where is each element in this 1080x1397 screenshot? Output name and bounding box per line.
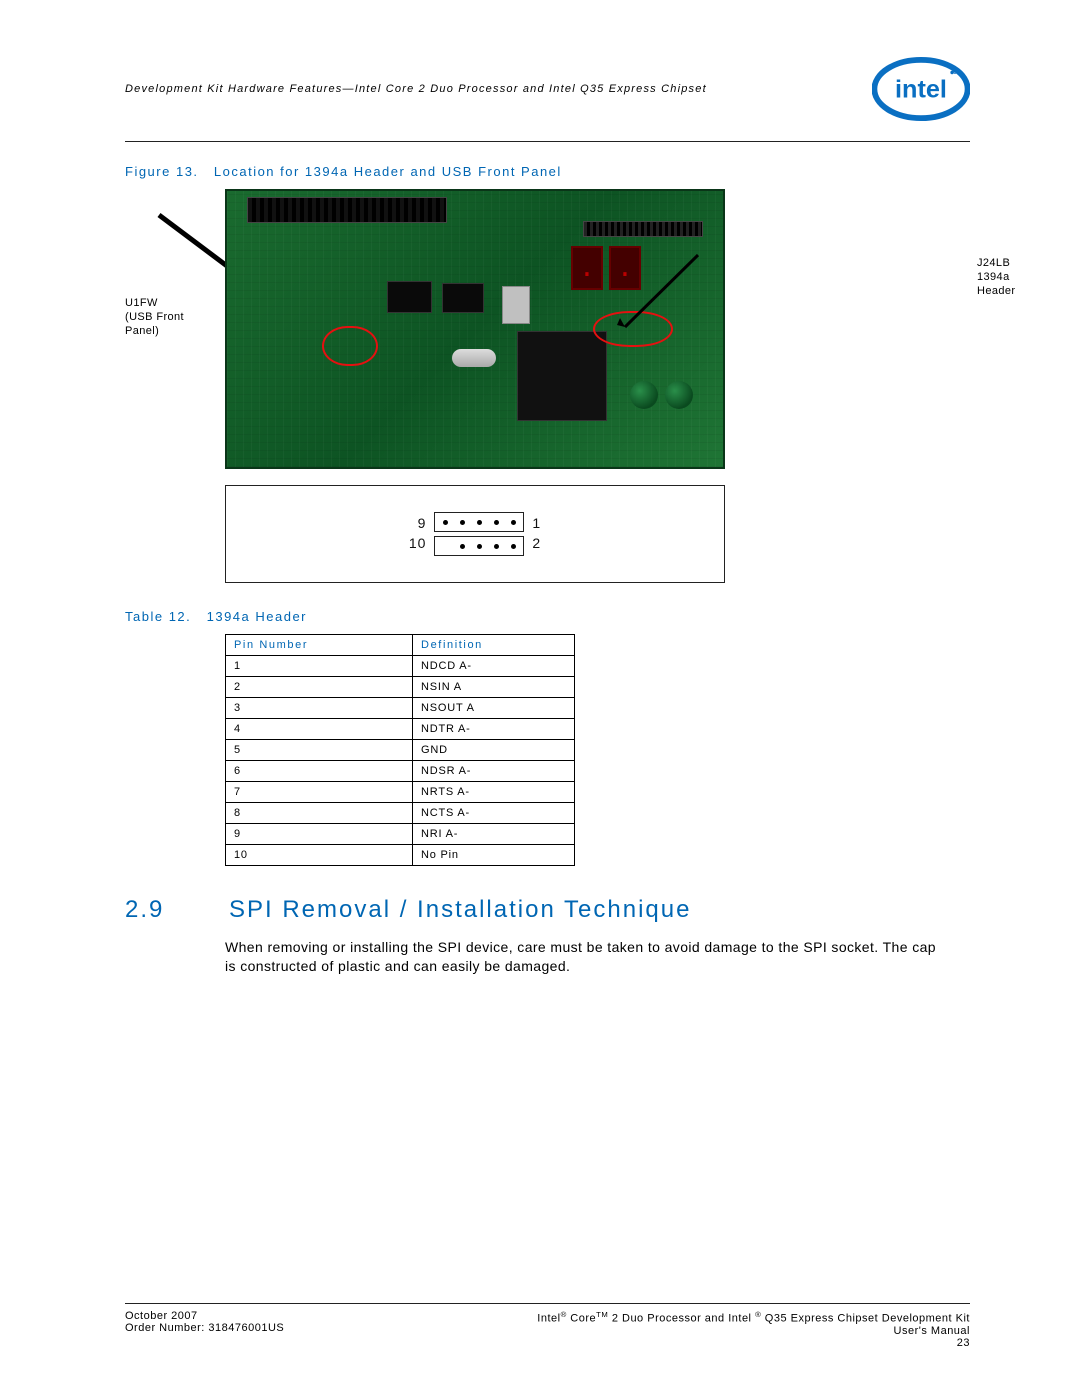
pinout-label-top-left: 9 bbox=[409, 514, 427, 534]
cell-def: NSOUT A bbox=[413, 698, 575, 719]
cell-pin: 9 bbox=[226, 824, 413, 845]
table-row: 8NCTS A- bbox=[226, 803, 575, 824]
pin-row-top bbox=[434, 512, 524, 532]
footer-rule bbox=[125, 1303, 970, 1304]
table-label: Table 12. bbox=[125, 609, 191, 624]
cell-def: NSIN A bbox=[413, 677, 575, 698]
table-row: 3NSOUT A bbox=[226, 698, 575, 719]
pinout-label-top-right: 1 bbox=[532, 514, 541, 534]
callout-1394a-header: J24LB 1394a Header bbox=[977, 257, 1052, 298]
footer-product-line: Intel® CoreTM 2 Duo Processor and Intel … bbox=[537, 1310, 970, 1325]
callout-left-line1: U1FW bbox=[125, 297, 158, 309]
page-header-text: Development Kit Hardware Features—Intel … bbox=[125, 83, 872, 95]
figure-label: Figure 13. bbox=[125, 164, 199, 179]
callout-right-line3: Header bbox=[977, 285, 1015, 297]
callout-right-line2: 1394a bbox=[977, 271, 1010, 283]
section-title: SPI Removal / Installation Technique bbox=[229, 896, 691, 924]
footer-text: 2 Duo Processor and Intel bbox=[608, 1313, 755, 1325]
red-circle-marker-icon bbox=[322, 326, 378, 366]
figure-caption: Figure 13. Location for 1394a Header and… bbox=[125, 164, 970, 179]
footer-date: October 2007 bbox=[125, 1310, 284, 1322]
pcb-board-image: . . bbox=[225, 189, 725, 469]
section-number: 2.9 bbox=[125, 896, 181, 924]
pinout-label-bot-right: 2 bbox=[532, 534, 541, 554]
pinout-label-bot-left: 10 bbox=[409, 534, 427, 554]
header-rule bbox=[125, 141, 970, 142]
cell-pin: 5 bbox=[226, 740, 413, 761]
footer-text: Core bbox=[567, 1313, 596, 1325]
cell-def: NDTR A- bbox=[413, 719, 575, 740]
cell-def: NRTS A- bbox=[413, 782, 575, 803]
callout-left-line2: (USB Front bbox=[125, 311, 184, 323]
table-row: 10No Pin bbox=[226, 845, 575, 866]
footer-manual: User's Manual bbox=[537, 1325, 970, 1337]
table-col-pin: Pin Number bbox=[226, 635, 413, 656]
callout-usb-front-panel: U1FW (USB Front Panel) bbox=[125, 297, 215, 338]
figure-title: Location for 1394a Header and USB Front … bbox=[214, 164, 562, 179]
cell-pin: 4 bbox=[226, 719, 413, 740]
table-row: 9NRI A- bbox=[226, 824, 575, 845]
intel-logo-icon: intel bbox=[872, 55, 970, 123]
cell-def: NCTS A- bbox=[413, 803, 575, 824]
cell-def: No Pin bbox=[413, 845, 575, 866]
cell-pin: 2 bbox=[226, 677, 413, 698]
table-row: 4NDTR A- bbox=[226, 719, 575, 740]
table-title: 1394a Header bbox=[207, 609, 307, 624]
cell-pin: 6 bbox=[226, 761, 413, 782]
cell-def: NDSR A- bbox=[413, 761, 575, 782]
footer-page-number: 23 bbox=[537, 1337, 970, 1349]
cell-pin: 10 bbox=[226, 845, 413, 866]
svg-text:intel: intel bbox=[895, 76, 947, 104]
cell-pin: 7 bbox=[226, 782, 413, 803]
table-caption: Table 12. 1394a Header bbox=[125, 609, 970, 624]
callout-arrow-right-icon bbox=[593, 251, 703, 341]
footer-text: Intel bbox=[537, 1313, 560, 1325]
table-col-def: Definition bbox=[413, 635, 575, 656]
section-body: When removing or installing the SPI devi… bbox=[225, 938, 945, 976]
cell-def: GND bbox=[413, 740, 575, 761]
table-row: 6NDSR A- bbox=[226, 761, 575, 782]
cell-pin: 1 bbox=[226, 656, 413, 677]
footer-text: Q35 Express Chipset Development Kit bbox=[761, 1313, 970, 1325]
pinout-diagram: 9 10 1 bbox=[225, 485, 725, 583]
callout-left-line3: Panel) bbox=[125, 325, 159, 337]
page-footer: October 2007 Order Number: 318476001US I… bbox=[125, 1303, 970, 1349]
cell-pin: 3 bbox=[226, 698, 413, 719]
table-row: 1NDCD A- bbox=[226, 656, 575, 677]
cell-def: NRI A- bbox=[413, 824, 575, 845]
table-row: 2NSIN A bbox=[226, 677, 575, 698]
callout-right-line1: J24LB bbox=[977, 257, 1010, 269]
table-row: 5GND bbox=[226, 740, 575, 761]
board-figure: U1FW (USB Front Panel) J24LB 1394a Heade… bbox=[225, 189, 970, 469]
cell-def: NDCD A- bbox=[413, 656, 575, 677]
pin-header-table: Pin Number Definition 1NDCD A- 2NSIN A 3… bbox=[225, 634, 575, 866]
cell-pin: 8 bbox=[226, 803, 413, 824]
pin-row-bottom bbox=[434, 536, 524, 556]
footer-order-number: Order Number: 318476001US bbox=[125, 1322, 284, 1334]
table-row: 7NRTS A- bbox=[226, 782, 575, 803]
section-heading: 2.9 SPI Removal / Installation Technique bbox=[125, 896, 970, 924]
